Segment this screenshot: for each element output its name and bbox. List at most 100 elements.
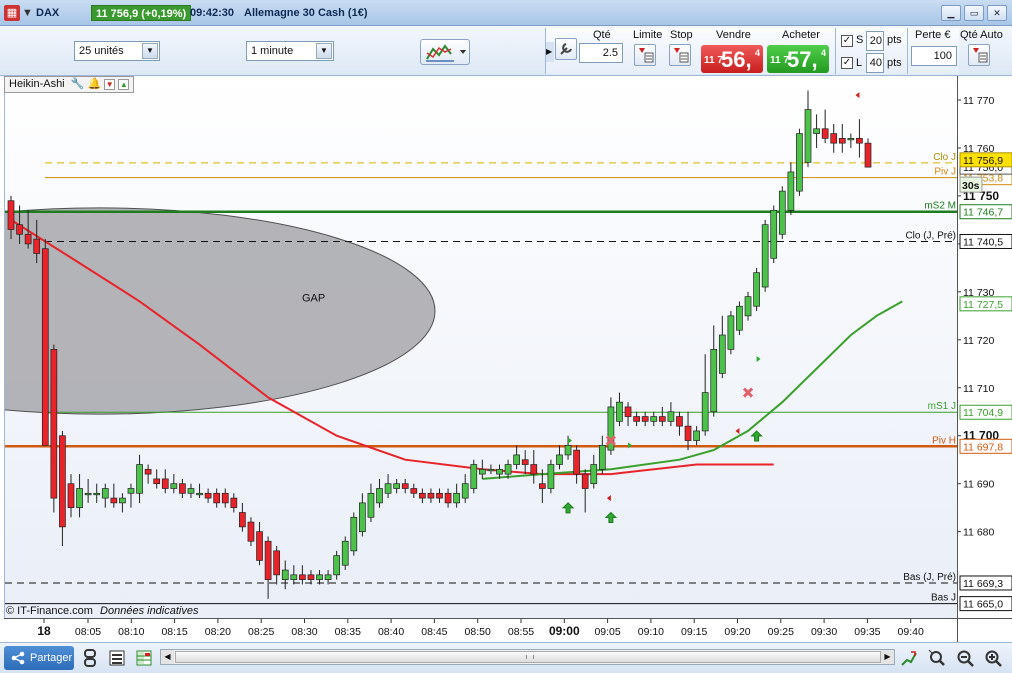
qty-auto-icon[interactable] — [968, 44, 990, 66]
instrument-dropdown-icon[interactable]: ▼ — [22, 5, 33, 21]
candle[interactable] — [341, 536, 349, 571]
candle[interactable] — [684, 411, 692, 451]
candle[interactable] — [59, 430, 66, 547]
candle[interactable] — [461, 474, 469, 503]
candle[interactable] — [196, 483, 203, 499]
chart-scrollbar[interactable]: ◀ ▶ — [160, 649, 895, 665]
candle[interactable] — [170, 474, 178, 494]
time-axis[interactable]: 18 08:05 08:10 08:15 08:20 08:25 08:30 08:35 08:… — [4, 618, 957, 642]
candle[interactable] — [521, 450, 529, 475]
candle[interactable] — [264, 536, 272, 599]
stop-checkbox[interactable]: ✓ — [841, 35, 853, 47]
candle[interactable] — [633, 411, 640, 427]
scroll-right-icon[interactable]: ▶ — [881, 650, 894, 664]
app-logo-icon[interactable]: ▦ — [4, 5, 20, 21]
candle[interactable] — [796, 128, 803, 196]
candle[interactable] — [93, 483, 101, 503]
candle[interactable] — [453, 483, 460, 508]
candle[interactable] — [101, 483, 109, 508]
candle[interactable] — [444, 488, 452, 508]
candle[interactable] — [761, 219, 769, 292]
candle[interactable] — [41, 239, 49, 446]
candle[interactable] — [607, 397, 615, 455]
candle[interactable] — [616, 392, 623, 427]
candle[interactable] — [513, 445, 520, 470]
candle[interactable] — [581, 469, 589, 513]
price-chart[interactable]: GAP Clo J Piv J mS2 M Clo (J, Pré) mS1 J Piv H… — [4, 76, 957, 618]
candle[interactable] — [736, 301, 743, 336]
zoom-out-icon[interactable] — [955, 648, 975, 668]
candle[interactable] — [650, 411, 658, 427]
candle[interactable] — [753, 267, 760, 312]
candle[interactable] — [427, 488, 435, 503]
buy-button[interactable]: 11 7 57, 4 — [767, 45, 829, 73]
candle[interactable] — [273, 546, 281, 585]
exit-cross-icon[interactable] — [742, 387, 754, 398]
candle[interactable] — [281, 560, 289, 590]
units-select[interactable]: 25 unités ▼ — [74, 41, 160, 61]
candle[interactable] — [436, 488, 443, 503]
scroll-left-icon[interactable]: ◀ — [161, 650, 174, 664]
candle[interactable] — [204, 488, 212, 503]
limit-checkbox[interactable]: ✓ — [841, 57, 853, 69]
sell-marker-icon[interactable]: ▼ — [104, 79, 116, 90]
close-icon[interactable]: ✕ — [987, 5, 1007, 21]
candle[interactable] — [864, 138, 872, 168]
candle[interactable] — [67, 474, 75, 518]
chevron-down-icon[interactable]: ▼ — [316, 43, 332, 59]
candle[interactable] — [727, 311, 735, 355]
candle[interactable] — [701, 354, 709, 436]
candle[interactable] — [179, 478, 186, 499]
candle[interactable] — [770, 205, 778, 264]
candle[interactable] — [290, 565, 298, 585]
scroll-thumb[interactable] — [175, 651, 881, 663]
chart-canvas[interactable]: GAP Clo J Piv J mS2 M Clo (J, Pré) mS1 J Piv H… — [5, 76, 957, 618]
candle[interactable] — [76, 474, 83, 518]
candle[interactable] — [161, 469, 169, 494]
candle[interactable] — [393, 478, 400, 494]
candle[interactable] — [410, 483, 418, 499]
alert-bell-icon[interactable]: 🔔 — [87, 78, 101, 90]
candle[interactable] — [324, 570, 332, 585]
buy-arrow-icon[interactable] — [604, 511, 618, 523]
candle[interactable] — [479, 459, 486, 479]
candle[interactable] — [856, 119, 863, 158]
candle[interactable] — [230, 493, 238, 513]
candle[interactable] — [153, 469, 161, 489]
buy-arrow-icon[interactable] — [561, 502, 575, 514]
candle[interactable] — [401, 478, 409, 494]
zoom-fit-icon[interactable] — [927, 648, 947, 668]
candle[interactable] — [316, 570, 323, 585]
settings-wrench-icon[interactable]: 🔧 — [71, 78, 85, 90]
candle[interactable] — [84, 478, 92, 503]
qty-input[interactable]: 2.5 — [579, 43, 623, 63]
candle[interactable] — [256, 522, 263, 566]
candle[interactable] — [350, 512, 358, 556]
candle[interactable] — [299, 565, 306, 585]
wrench-icon[interactable] — [555, 38, 577, 60]
buy-arrow-icon[interactable] — [750, 430, 763, 442]
chart-type-button[interactable] — [420, 39, 470, 65]
zoom-in-icon[interactable] — [983, 648, 1003, 668]
candle[interactable] — [821, 109, 829, 144]
candle[interactable] — [221, 488, 229, 508]
candle[interactable] — [547, 459, 555, 494]
candle[interactable] — [359, 493, 366, 537]
table-icon[interactable] — [134, 648, 154, 668]
candle[interactable] — [667, 402, 675, 427]
candle[interactable] — [333, 550, 341, 580]
limit-order-icon[interactable] — [634, 44, 656, 66]
candle[interactable] — [376, 478, 383, 508]
price-axis[interactable]: 11 77011 76011 75011 74011 73011 72011 7… — [957, 76, 1012, 618]
loss-input[interactable]: 100 — [911, 46, 957, 66]
candle[interactable] — [787, 162, 795, 216]
candle[interactable] — [744, 291, 752, 321]
candle[interactable] — [136, 454, 143, 503]
candle[interactable] — [470, 459, 478, 494]
minimize-icon[interactable]: ▁ — [941, 5, 961, 21]
candle[interactable] — [830, 123, 838, 153]
candle[interactable] — [693, 426, 700, 446]
panel-expand-icon[interactable]: ▶ — [546, 42, 554, 62]
share-button[interactable]: Partager — [4, 646, 74, 670]
candle[interactable] — [367, 483, 375, 523]
